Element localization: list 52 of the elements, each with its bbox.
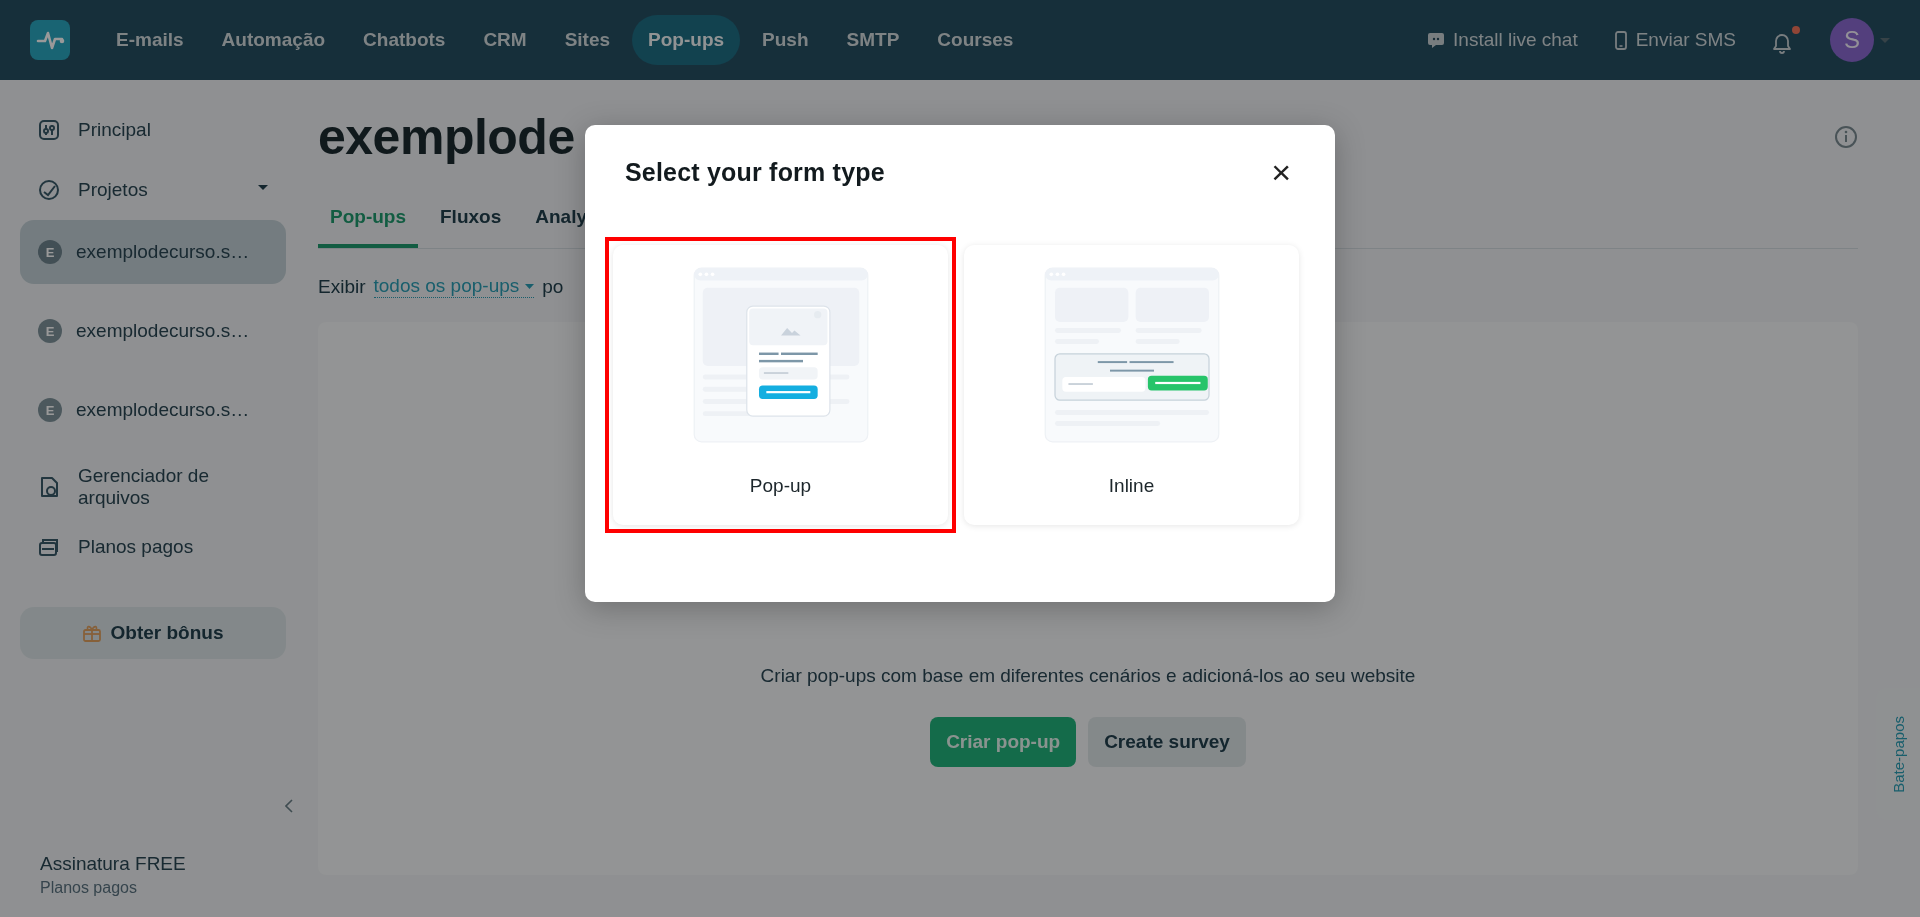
dashboard-icon xyxy=(38,119,60,141)
form-type-card[interactable]: Pop-up xyxy=(613,245,948,525)
file-icon xyxy=(38,476,60,498)
project-initial: E xyxy=(38,398,62,422)
form-type-card[interactable]: Inline xyxy=(964,245,1299,525)
logo-icon[interactable] xyxy=(30,20,70,60)
tab[interactable]: Fluxos xyxy=(428,192,514,248)
create-survey-button[interactable]: Create survey xyxy=(1088,717,1246,767)
card-label: Pop-up xyxy=(749,475,812,497)
nav-tab[interactable]: Push xyxy=(746,15,825,65)
nav-tab[interactable]: Chatbots xyxy=(347,15,462,65)
bell-icon[interactable] xyxy=(1772,26,1800,54)
modal-title: Select your form type xyxy=(625,157,885,187)
filter-label: po xyxy=(542,275,564,298)
cards-icon xyxy=(38,536,60,558)
chat-bubble-icon xyxy=(1427,31,1446,49)
info-icon[interactable] xyxy=(1834,125,1858,149)
nav-tab[interactable]: Pop-ups xyxy=(632,15,741,65)
project-initial: E xyxy=(38,240,62,264)
nav-tab[interactable]: CRM xyxy=(467,15,543,65)
projects-icon xyxy=(38,179,60,201)
nav-tab[interactable]: E-mails xyxy=(100,15,200,65)
project-item[interactable]: E exemplodecurso.s… xyxy=(20,220,286,284)
filter-dropdown[interactable]: todos os pop-ups xyxy=(373,275,535,298)
nav-link[interactable]: Install live chat xyxy=(1427,29,1578,51)
close-button[interactable]: × xyxy=(1267,155,1295,189)
project-item[interactable]: E exemplodecurso.s… xyxy=(20,378,286,442)
sidebar-item[interactable]: Gerenciador de arquivos xyxy=(20,457,286,517)
sidebar-item[interactable]: Principal xyxy=(20,100,286,160)
project-item[interactable]: E exemplodecurso.s… xyxy=(20,299,286,363)
tab[interactable]: Pop-ups xyxy=(318,192,418,248)
collapse-icon[interactable] xyxy=(285,799,294,813)
nav-tab[interactable]: Courses xyxy=(921,15,1030,65)
nav-link[interactable]: Enviar SMS xyxy=(1613,29,1736,51)
paid-plans-link[interactable]: Planos pagos xyxy=(20,879,286,897)
create-popup-button[interactable]: Criar pop-up xyxy=(930,717,1077,767)
nav-tab[interactable]: SMTP xyxy=(830,15,916,65)
bonus-button[interactable]: Obter bônus xyxy=(20,607,286,659)
subscription-plan: Assinatura FREE xyxy=(39,853,187,875)
page-title: exemplode xyxy=(318,108,575,166)
project-initial: E xyxy=(38,319,62,343)
caret-icon xyxy=(525,283,535,289)
nav-tab[interactable]: Automação xyxy=(205,15,342,65)
nav-tab[interactable]: Sites xyxy=(548,15,627,65)
card-label: Inline xyxy=(1108,475,1155,497)
filter-label: Exibir xyxy=(318,275,366,298)
user-avatar[interactable]: S xyxy=(1830,18,1874,62)
gift-icon xyxy=(82,624,101,642)
phone-icon xyxy=(1613,30,1628,50)
sidebar-item[interactable]: Projetos xyxy=(20,160,286,220)
empty-state-text: Criar pop-ups com base em diferentes cenários e adicioná-los ao seu website xyxy=(760,665,1416,687)
sidebar-item[interactable]: Planos pagos xyxy=(20,517,286,577)
